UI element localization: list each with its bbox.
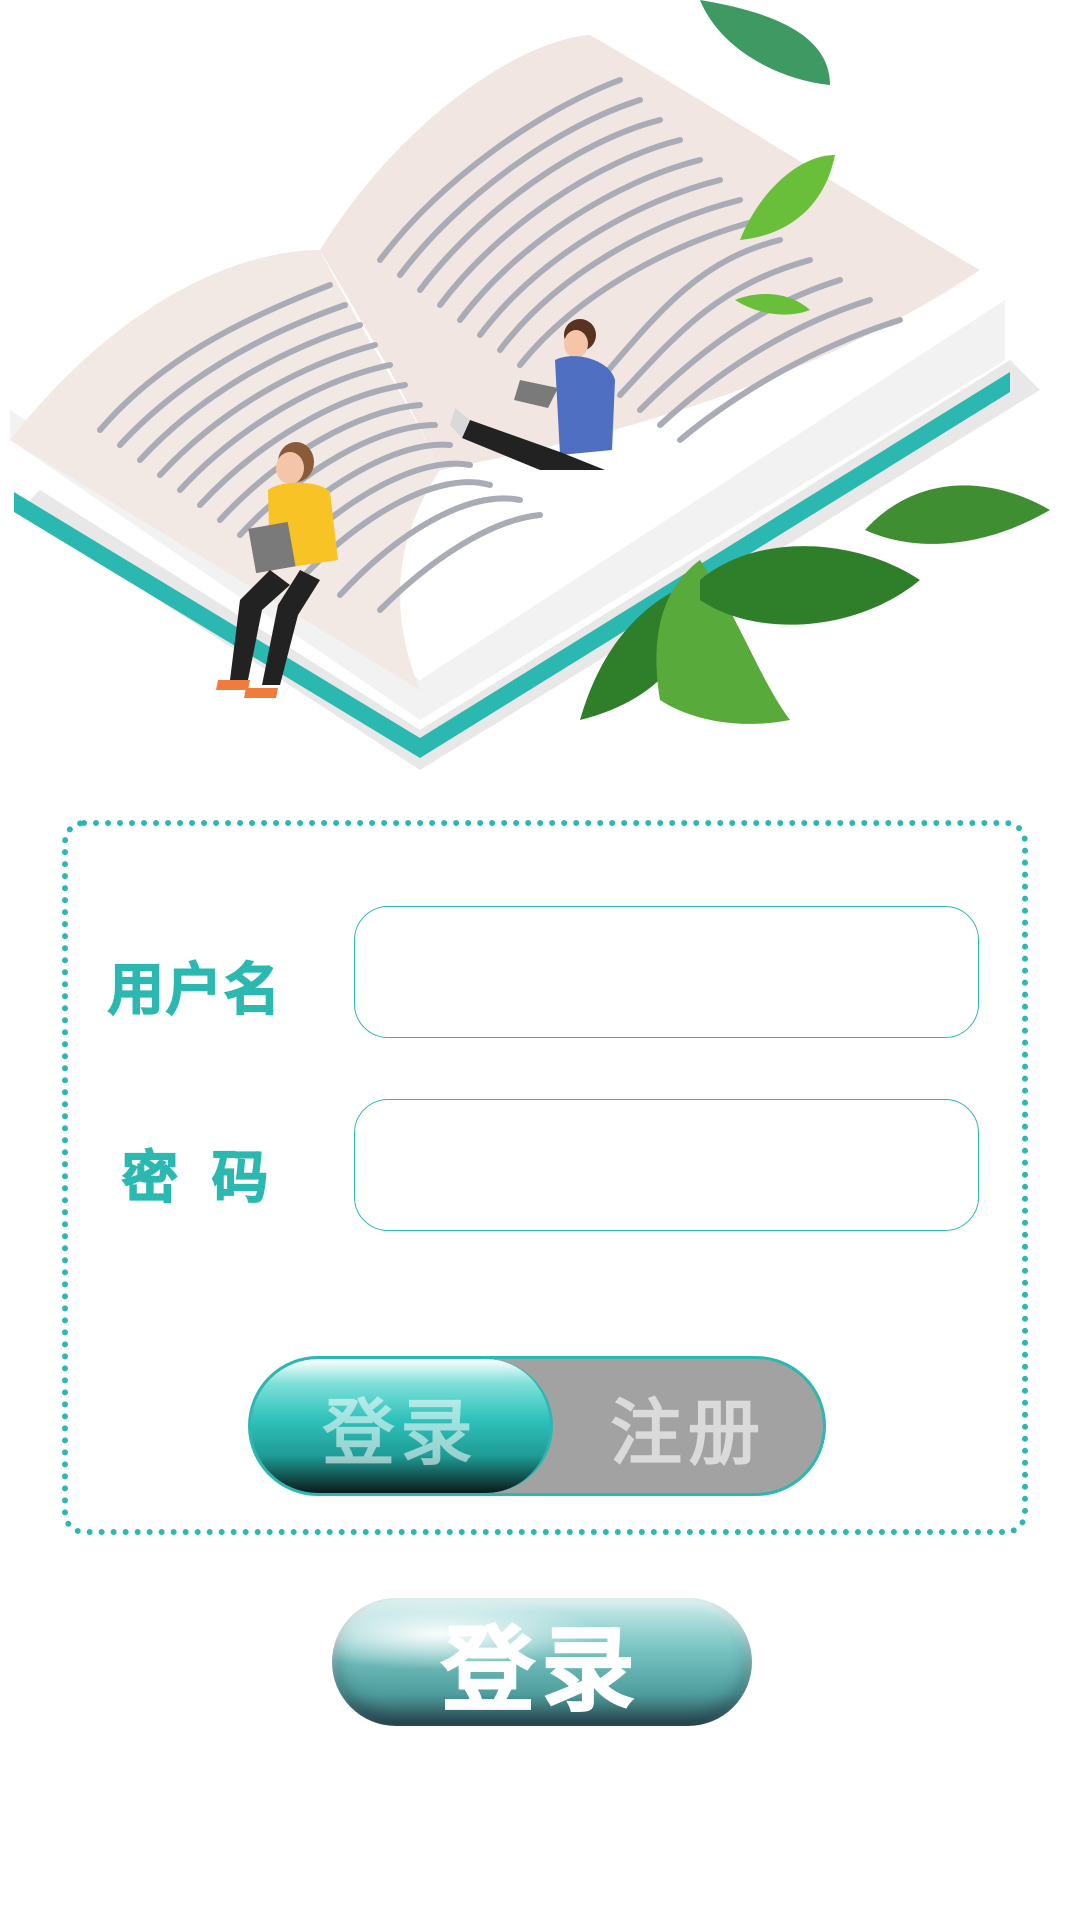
open-book-illustration bbox=[10, 0, 1050, 770]
username-field[interactable] bbox=[354, 906, 979, 1038]
password-label: 密码 bbox=[121, 1145, 302, 1212]
hero-illustration bbox=[0, 0, 1080, 790]
login-button[interactable]: 登录 bbox=[332, 1598, 752, 1726]
tab-login[interactable]: 登录 bbox=[251, 1359, 553, 1493]
password-field[interactable] bbox=[354, 1099, 979, 1231]
tab-register[interactable]: 注册 bbox=[553, 1359, 823, 1493]
username-label: 用户名 bbox=[107, 957, 282, 1024]
tab-login-label: 登录 bbox=[322, 1390, 479, 1475]
tab-register-label: 注册 bbox=[609, 1390, 766, 1475]
login-register-toggle[interactable]: 登录 注册 bbox=[248, 1356, 826, 1496]
login-button-label: 登录 bbox=[441, 1616, 642, 1725]
